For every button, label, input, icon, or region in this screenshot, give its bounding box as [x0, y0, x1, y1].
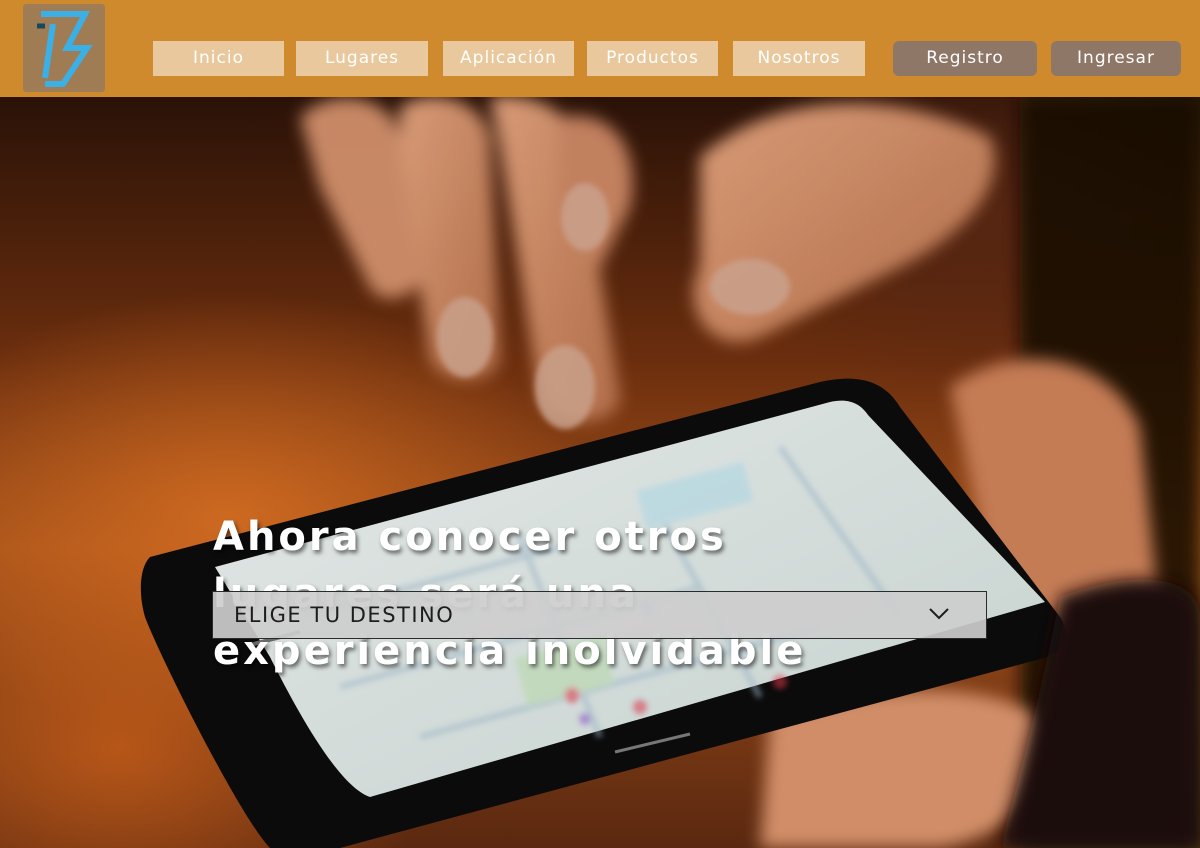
chevron-down-icon: [929, 608, 949, 620]
nav-inicio-button[interactable]: Inicio: [153, 41, 284, 76]
brand-logo[interactable]: [23, 4, 105, 92]
register-button[interactable]: Registro: [893, 41, 1037, 76]
top-navigation-bar: Inicio Lugares Aplicación Productos Noso…: [0, 0, 1200, 97]
destination-select[interactable]: ELIGE TU DESTINO: [212, 591, 987, 639]
hero-headline-line: Ahora conocer otros: [213, 514, 727, 560]
login-button[interactable]: Ingresar: [1051, 41, 1181, 76]
hero-section: Ahora conocer otros lugares será una exp…: [0, 97, 1200, 848]
nav-nosotros-button[interactable]: Nosotros: [733, 41, 865, 76]
landing-page: Inicio Lugares Aplicación Productos Noso…: [0, 0, 1200, 848]
hero-background-photo: [140, 97, 1200, 848]
stylized-b-logo-icon: [37, 11, 93, 87]
destination-select-value: ELIGE TU DESTINO: [234, 603, 455, 627]
nav-lugares-button[interactable]: Lugares: [296, 41, 428, 76]
nav-aplicacion-button[interactable]: Aplicación: [443, 41, 574, 76]
nav-productos-button[interactable]: Productos: [587, 41, 718, 76]
